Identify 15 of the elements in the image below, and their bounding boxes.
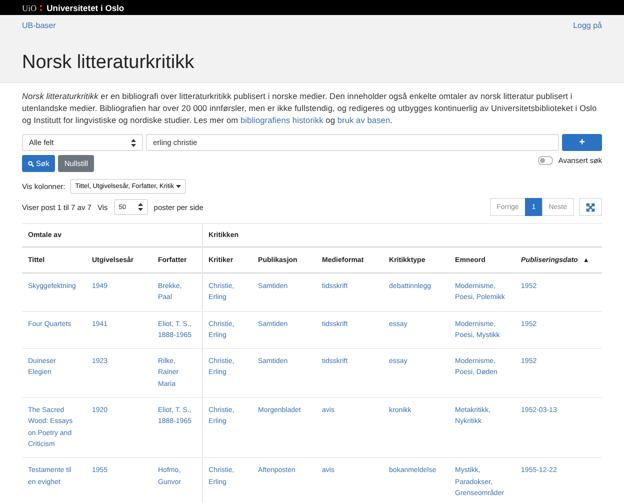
- advanced-search-toggle[interactable]: [538, 156, 554, 164]
- university-logo[interactable]: UiO Universitetet i Oslo: [22, 2, 124, 12]
- page-title: Norsk litteraturkritikk: [22, 51, 196, 74]
- sort-caret-icon: [138, 203, 143, 211]
- description-text: Norsk litteraturkritikk er en bibliografi over litteraturkritikk publisert i norske medier. Den inneholder også enkelte omtaler av norsk litteratur publisert i utenlandske medier. Bibliografien har over 20 000 innførsler, men er ikke fullstendig, og redigeres og utbygges kontinuerlig av Universitetsbiblioteket i Oslo og Institutt for lingvistiske og nordiske studier. Les mer om bibliografiens historikk og bruk av basen.: [22, 90, 598, 126]
- add-button[interactable]: +: [562, 134, 602, 151]
- caret-icon: [176, 185, 181, 188]
- login-link[interactable]: Logg på: [573, 21, 602, 30]
- expand-arrows-icon: [586, 202, 595, 212]
- expand-button[interactable]: [579, 198, 602, 216]
- sort-caret-icon: [131, 138, 136, 146]
- description-link[interactable]: bruk av basen: [337, 115, 390, 125]
- databases-link[interactable]: UB-baser: [22, 21, 56, 30]
- search-icon: [28, 160, 34, 166]
- description-link[interactable]: bibliografiens historikk: [240, 115, 324, 125]
